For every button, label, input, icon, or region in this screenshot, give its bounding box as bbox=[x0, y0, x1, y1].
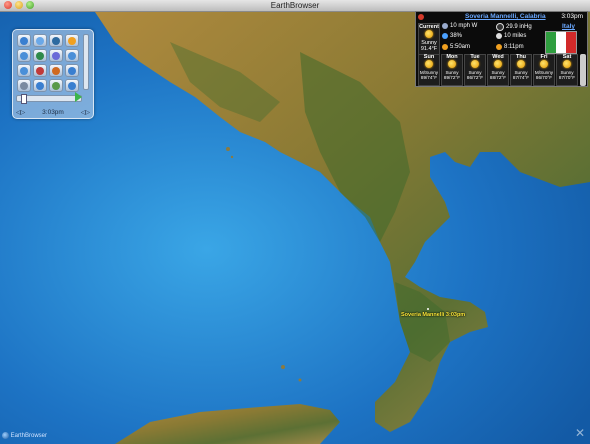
home-button[interactable] bbox=[33, 49, 47, 62]
zoom-slider[interactable] bbox=[83, 34, 89, 90]
location-label[interactable]: Soveria Mannelli 3:03pm bbox=[401, 312, 465, 318]
gauge-icon bbox=[496, 23, 504, 31]
forecast-scrollbar[interactable] bbox=[580, 54, 586, 86]
chart-button[interactable] bbox=[49, 79, 63, 92]
weather-country-link[interactable]: Italy bbox=[562, 23, 575, 30]
globe-button[interactable] bbox=[17, 34, 31, 47]
humidity-icon bbox=[442, 33, 448, 39]
sun-icon bbox=[68, 36, 76, 45]
sunny-icon bbox=[563, 60, 571, 69]
help-button[interactable] bbox=[65, 79, 79, 92]
sunset-icon bbox=[496, 44, 502, 50]
sunny-icon bbox=[425, 30, 433, 38]
sunset-stat: 8:11pm bbox=[496, 44, 524, 50]
forecast-temp: 86/70°F bbox=[535, 75, 553, 81]
satellite-icon bbox=[52, 36, 60, 45]
sunny-icon bbox=[517, 60, 525, 69]
sunny-icon bbox=[494, 60, 502, 69]
forecast-day-tue: Tue Sunny 86/72°F bbox=[464, 54, 486, 86]
settings-button[interactable] bbox=[17, 79, 31, 92]
earthbrowser-logo: EarthBrowser bbox=[2, 432, 47, 439]
current-conditions: Current Sunny 91.4°F bbox=[418, 23, 440, 55]
gps-button[interactable] bbox=[17, 64, 31, 77]
visibility-stat: 10 miles bbox=[496, 33, 526, 39]
time-slider-thumb[interactable] bbox=[21, 94, 27, 104]
sunrise-stat: 5:50am bbox=[442, 44, 470, 50]
sunny-icon bbox=[471, 60, 479, 69]
forecast-temp: 87/70°F bbox=[558, 75, 576, 81]
volcano-button[interactable] bbox=[49, 64, 63, 77]
clock-icon bbox=[36, 81, 44, 90]
forecast-temp: 86/72°F bbox=[466, 75, 484, 81]
satellite-button[interactable] bbox=[49, 34, 63, 47]
control-button-grid bbox=[17, 34, 81, 92]
forecast-day-mon: Mon Sunny 89/72°F bbox=[441, 54, 463, 86]
fullscreen-toggle-icon[interactable]: ✕ bbox=[575, 426, 585, 440]
camera-icon bbox=[52, 51, 60, 60]
pressure-value: 29.9 inHg bbox=[506, 24, 532, 30]
forecast-temp: 89/74°F bbox=[420, 75, 438, 81]
location-marker[interactable] bbox=[427, 308, 429, 310]
settings-icon bbox=[20, 81, 28, 90]
zoom-in-icon bbox=[20, 51, 28, 60]
sunrise-value: 5:50am bbox=[450, 44, 471, 50]
info-button[interactable] bbox=[65, 64, 79, 77]
sunny-icon bbox=[425, 60, 433, 69]
chart-icon bbox=[52, 81, 60, 90]
time-next-button[interactable]: ◁▷ bbox=[81, 109, 90, 116]
forecast-temp: 89/72°F bbox=[443, 75, 461, 81]
visibility-icon bbox=[496, 33, 502, 39]
globe-icon bbox=[20, 36, 28, 45]
italy-flag-icon bbox=[545, 31, 577, 54]
control-panel: ◁▷ 3:03pm ◁▷ bbox=[12, 29, 94, 119]
forecast-temp: 87/74°F bbox=[512, 75, 530, 81]
wind-icon bbox=[442, 23, 448, 29]
help-icon bbox=[68, 81, 76, 90]
weather-city-link[interactable]: Soveria Mannelli, Calabria bbox=[465, 13, 546, 20]
play-button[interactable] bbox=[75, 92, 82, 102]
sun-button[interactable] bbox=[65, 34, 79, 47]
wind-stat: 10 mph W bbox=[442, 23, 477, 29]
visibility-value: 10 miles bbox=[504, 33, 527, 39]
humidity-stat: 38% bbox=[442, 33, 462, 39]
logo-text: EarthBrowser bbox=[10, 433, 48, 440]
globe-logo-icon bbox=[2, 432, 9, 439]
earthquake-icon bbox=[36, 66, 44, 75]
time-slider[interactable] bbox=[16, 94, 82, 104]
weather-panel: Soveria Mannelli, Calabria 3:03pm Italy … bbox=[415, 11, 588, 87]
forecast-temp: 88/72°F bbox=[489, 75, 507, 81]
gps-icon bbox=[20, 66, 28, 75]
sunny-icon bbox=[540, 60, 548, 69]
sunrise-icon bbox=[442, 44, 448, 50]
search-icon bbox=[68, 51, 76, 60]
volcano-icon bbox=[52, 66, 60, 75]
clock-button[interactable] bbox=[33, 79, 47, 92]
wind-value: 10 mph W bbox=[450, 23, 478, 29]
close-weather-button[interactable] bbox=[418, 14, 424, 20]
cloud-icon bbox=[36, 36, 44, 45]
zoom-in-button[interactable] bbox=[17, 49, 31, 62]
forecast-day-fri: Fri M/Sunny 86/70°F bbox=[533, 54, 555, 86]
forecast-row: Sun M/Sunny 89/74°F Mon Sunny 89/72°F Tue Sunny… bbox=[418, 54, 578, 86]
search-button[interactable] bbox=[65, 49, 79, 62]
cloud-button[interactable] bbox=[33, 34, 47, 47]
current-temp: 91.4°F bbox=[420, 46, 438, 52]
home-icon bbox=[36, 51, 44, 60]
sunny-icon bbox=[448, 60, 456, 69]
humidity-value: 38% bbox=[450, 33, 463, 39]
camera-button[interactable] bbox=[49, 49, 63, 62]
forecast-day-thu: Thu Sunny 87/74°F bbox=[510, 54, 532, 86]
forecast-day-sun: Sun M/Sunny 89/74°F bbox=[418, 54, 440, 86]
info-icon bbox=[68, 66, 76, 75]
forecast-day-sat: Sat Sunny 87/70°F bbox=[556, 54, 578, 86]
weather-local-time: 3:03pm bbox=[561, 13, 583, 20]
forecast-day-wed: Wed Sunny 88/72°F bbox=[487, 54, 509, 86]
pressure-stat: 29.9 inHg bbox=[496, 23, 532, 31]
earthquake-button[interactable] bbox=[33, 64, 47, 77]
sunset-value: 8:11pm bbox=[504, 44, 524, 50]
window-title: EarthBrowser bbox=[270, 1, 320, 10]
